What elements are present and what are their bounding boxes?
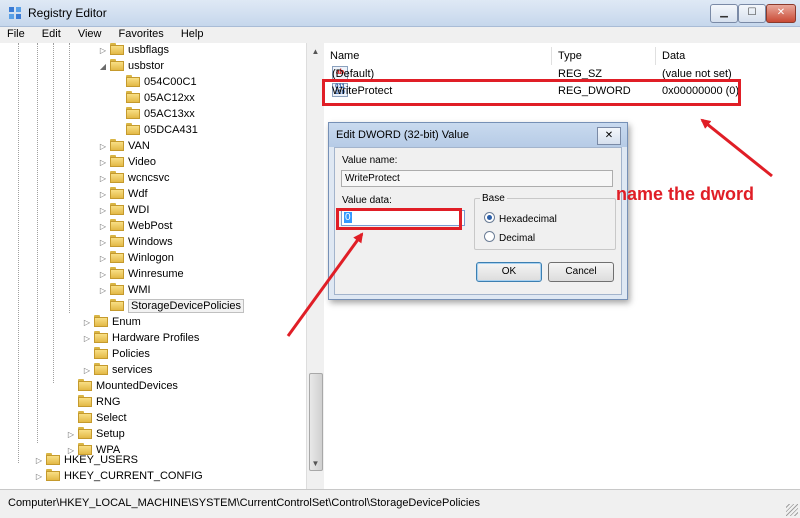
registry-path: Computer\HKEY_LOCAL_MACHINE\SYSTEM\Curre… xyxy=(8,497,480,509)
annotation-text: name the dword xyxy=(616,184,755,204)
resize-grip-icon[interactable] xyxy=(786,504,798,516)
arrow-to-writeprotect xyxy=(700,118,773,178)
arrow-to-value-data xyxy=(286,232,364,337)
annotation-arrows xyxy=(286,118,773,337)
status-bar: Computer\HKEY_LOCAL_MACHINE\SYSTEM\Curre… xyxy=(0,489,800,518)
